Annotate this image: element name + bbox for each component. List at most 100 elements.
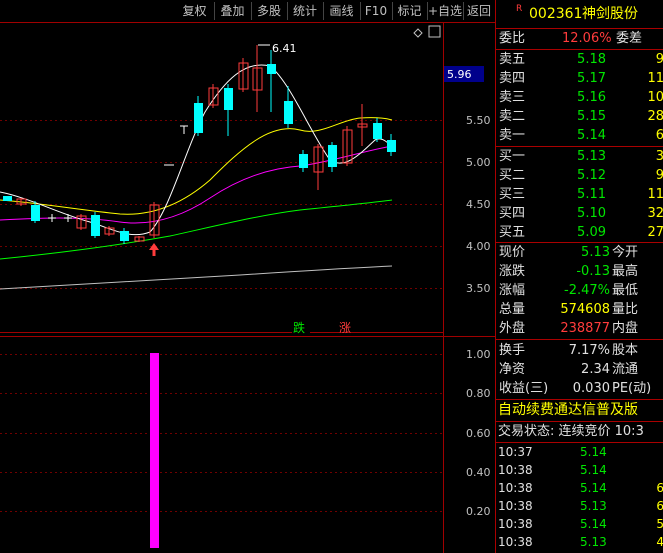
trade-status-row: 交易状态: 连续竞价 10:3: [496, 422, 663, 442]
ask-row: 卖二 5.15 28: [496, 107, 663, 126]
fuquan-button[interactable]: 复权: [175, 2, 215, 20]
fund-value: 7.17%: [568, 343, 610, 358]
bid-row: 买二 5.12 9: [496, 166, 663, 185]
bid-row: 买四 5.10 32: [496, 204, 663, 223]
bid-volume: 32: [647, 206, 663, 221]
tick-price: 5.14: [580, 481, 607, 495]
price-tick-400: 4.00: [466, 240, 491, 253]
quote-row: 涨跌 -0.13 最高: [496, 262, 663, 281]
buy-arrow-icon: [149, 243, 159, 256]
tick-time: 10:37: [498, 445, 533, 459]
quote-value: -2.47%: [564, 283, 610, 298]
weibi-value: 12.06%: [562, 31, 612, 46]
ask-volume: 11: [647, 71, 663, 86]
quote-row: 现价 5.13 今开: [496, 243, 663, 262]
tick-volume: 6: [656, 499, 663, 513]
quote-row: 涨幅 -2.47% 最低: [496, 281, 663, 300]
ask-row: 卖四 5.17 11: [496, 69, 663, 88]
tick-time: 10:38: [498, 463, 533, 477]
quote-label2: 最高: [612, 264, 639, 279]
fund-label2: 流通: [612, 362, 639, 377]
ask-row: 卖三 5.16 10: [496, 88, 663, 107]
ask-volume: 28: [647, 109, 663, 124]
diamond-icon[interactable]: [413, 28, 423, 38]
bid-volume: 3: [655, 149, 663, 164]
bid-volume: 9: [655, 168, 663, 183]
ask-row: 卖五 5.18 9: [496, 50, 663, 69]
ask-row: 卖一 5.14 6: [496, 126, 663, 145]
draw-line-button[interactable]: 画线: [323, 2, 361, 20]
ask-label: 卖一: [499, 128, 526, 143]
bid-price: 5.13: [577, 149, 606, 164]
tick-time: 10:38: [498, 481, 533, 495]
tick-volume: 6: [656, 481, 663, 495]
bid-price: 5.10: [577, 206, 606, 221]
add-watchlist-button[interactable]: +自选: [427, 2, 464, 20]
bid-label: 买二: [499, 168, 526, 183]
quote-panel: R 002361 神剑股份 委比 12.06% 委差 卖五 5.18 9 卖四 5.17…: [495, 0, 663, 553]
bid-label: 买四: [499, 206, 526, 221]
tick-row: 10:38 5.14 5: [496, 515, 663, 533]
price-tick-500: 5.00: [466, 156, 491, 169]
quote-label2: 量比: [612, 302, 639, 317]
vol-tick-100: 1.00: [466, 348, 491, 361]
fund-label: 净资: [499, 362, 526, 377]
stock-code: 002361: [529, 6, 583, 22]
stock-name: 神剑股份: [582, 6, 638, 22]
bid-label: 买一: [499, 149, 526, 164]
ad-banner-row[interactable]: 自动续费通达信普及版: [496, 400, 663, 421]
quote-label2: 今开: [612, 245, 639, 260]
f10-button[interactable]: F10: [360, 2, 393, 20]
tick-row: 10:38 5.13 6: [496, 497, 663, 515]
scroll-box-icon[interactable]: [428, 25, 441, 38]
candlesticks: [3, 45, 396, 244]
quote-value: 574608: [560, 302, 610, 317]
overlay-button[interactable]: 叠加: [214, 2, 252, 20]
quote-label2: 最低: [612, 283, 639, 298]
tick-time: 10:38: [498, 517, 533, 531]
price-grid: [0, 120, 443, 289]
quote-label: 涨幅: [499, 283, 526, 298]
weicha-label: 委差: [616, 31, 643, 46]
tick-price: 5.14: [580, 517, 607, 531]
weibi-label: 委比: [499, 31, 526, 46]
ma60-line: [0, 199, 393, 260]
ask-price: 5.15: [577, 109, 606, 124]
weibi-row: 委比 12.06% 委差: [496, 29, 663, 48]
back-button[interactable]: 返回: [463, 2, 495, 20]
stats-button[interactable]: 统计: [287, 2, 324, 20]
quote-label: 总量: [499, 302, 526, 317]
bid-price: 5.12: [577, 168, 606, 183]
high-price-label: 6.41: [272, 42, 297, 55]
price-tick-550: 5.50: [466, 114, 491, 127]
bid-volume: 11: [647, 187, 663, 202]
fund-label2: 股本: [612, 343, 639, 358]
fund-label2: PE(动): [612, 381, 652, 396]
ad-banner[interactable]: 自动续费通达信普及版: [498, 400, 638, 421]
tick-price: 5.14: [580, 463, 607, 477]
ask-price: 5.14: [577, 128, 606, 143]
volume-bar: [150, 353, 159, 548]
fundamental-row: 换手 7.17% 股本: [496, 341, 663, 360]
ask-price: 5.18: [577, 52, 606, 67]
fundamental-row: 收益(三) 0.030 PE(动): [496, 379, 663, 398]
tick-volume: 4: [656, 535, 663, 549]
quote-label2: 内盘: [612, 321, 639, 336]
fund-value: 0.030: [572, 381, 610, 396]
trade-status: 交易状态: 连续竞价 10:3: [498, 424, 644, 439]
tick-row: 10:38 5.14 6: [496, 479, 663, 497]
fund-label: 收益(三): [499, 381, 549, 396]
mark-button[interactable]: 标记: [392, 2, 428, 20]
kline-chart[interactable]: 5.50 5.00 4.50 4.00 3.50 1.00 0.80 0.60 …: [0, 0, 495, 553]
fundamental-row: 净资 2.34 流通: [496, 360, 663, 379]
ask-label: 卖三: [499, 90, 526, 105]
quote-label: 外盘: [499, 321, 526, 336]
tick-volume: 5: [656, 517, 663, 531]
multi-stock-button[interactable]: 多股: [251, 2, 288, 20]
quote-value: 238877: [560, 321, 610, 336]
ask-label: 卖四: [499, 71, 526, 86]
vol-grid: [0, 354, 443, 512]
bid-row: 买五 5.09 27: [496, 223, 663, 242]
tick-row: 10:38 5.13 4: [496, 533, 663, 551]
bid-label: 买五: [499, 225, 526, 240]
